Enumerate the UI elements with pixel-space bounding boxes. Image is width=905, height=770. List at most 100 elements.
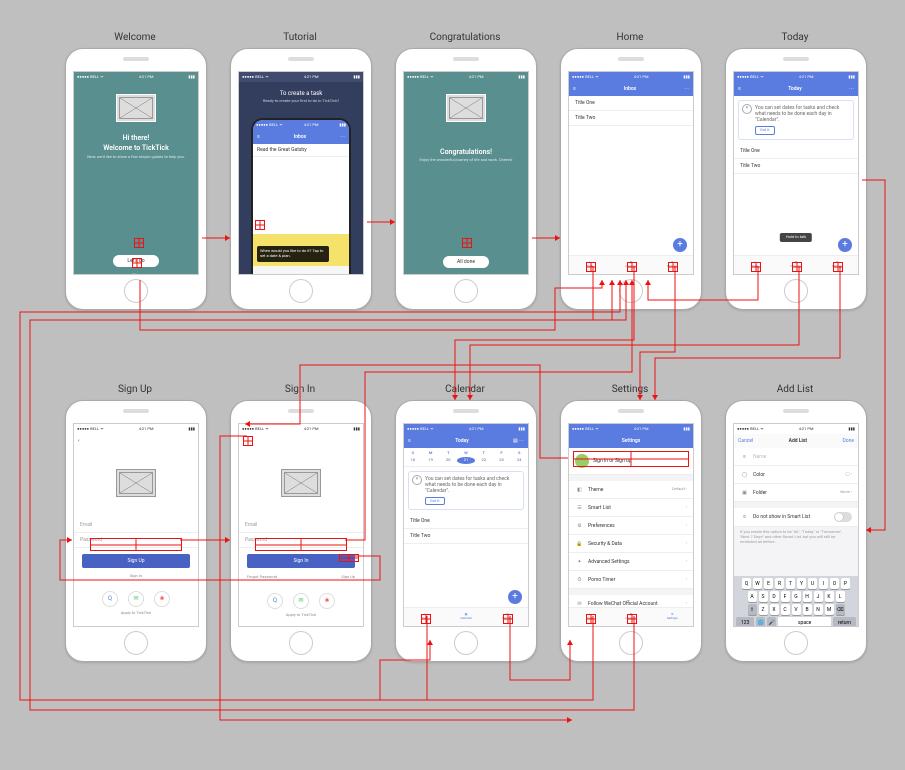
key-return[interactable]: return bbox=[833, 617, 856, 627]
key-123[interactable]: 123 bbox=[736, 617, 754, 627]
key[interactable]: T bbox=[786, 578, 795, 589]
to-signin-link[interactable]: Sign In bbox=[74, 574, 198, 579]
key[interactable]: O bbox=[830, 578, 839, 589]
key[interactable]: V bbox=[792, 604, 801, 615]
wechat-icon[interactable]: ✉ bbox=[128, 591, 144, 607]
key[interactable]: F bbox=[781, 591, 790, 602]
apply-link[interactable]: Apply to TickTick bbox=[74, 611, 198, 616]
weibo-icon[interactable]: ❀ bbox=[154, 591, 170, 607]
hotspot[interactable] bbox=[627, 262, 637, 272]
key[interactable]: G bbox=[792, 591, 801, 602]
got-it-button[interactable]: Got it bbox=[425, 497, 445, 506]
email-field[interactable]: Email bbox=[74, 518, 198, 533]
key[interactable]: M bbox=[825, 604, 834, 615]
keyboard[interactable]: QWERTYUIOP ASDFGHJKL ⇧ZXCVBNM⌫ 123 🌐 🎤 s… bbox=[734, 576, 858, 627]
hotspot[interactable] bbox=[792, 262, 802, 272]
apply-link[interactable]: Apply to TickTick bbox=[239, 613, 363, 618]
list-item[interactable]: Title One bbox=[734, 144, 858, 159]
hotspot[interactable] bbox=[503, 614, 513, 624]
key[interactable]: Y bbox=[797, 578, 806, 589]
forgot-link[interactable]: Forgot Password bbox=[247, 575, 277, 580]
hotspot[interactable] bbox=[255, 538, 347, 551]
key[interactable]: S bbox=[759, 591, 768, 602]
key[interactable]: B bbox=[803, 604, 812, 615]
hotspot[interactable] bbox=[627, 614, 637, 624]
hotspot[interactable] bbox=[586, 614, 596, 624]
key[interactable]: U bbox=[808, 578, 817, 589]
close-icon[interactable]: × bbox=[742, 104, 752, 114]
qq-icon[interactable]: Q bbox=[267, 593, 283, 609]
hotspot[interactable] bbox=[586, 262, 596, 272]
more-icon[interactable]: ⋯ bbox=[519, 438, 524, 444]
key[interactable]: H bbox=[803, 591, 812, 602]
hotspot[interactable] bbox=[573, 451, 689, 467]
tab-settings[interactable]: ⚙Settings bbox=[652, 608, 693, 626]
key-globe[interactable]: 🌐 bbox=[756, 617, 765, 627]
addlist-hide-toggle[interactable]: ⦸Do not show in Smart List bbox=[734, 508, 858, 527]
cancel-button[interactable]: Cancel bbox=[738, 438, 753, 444]
key[interactable]: L bbox=[836, 591, 845, 602]
add-task-fab[interactable]: + bbox=[508, 590, 522, 604]
settings-smartlist[interactable]: ☰Smart List› bbox=[569, 499, 693, 517]
key[interactable]: A bbox=[748, 591, 757, 602]
key[interactable]: W bbox=[753, 578, 762, 589]
addlist-folder[interactable]: ▣FolderNone › bbox=[734, 484, 858, 502]
hotspot[interactable] bbox=[134, 238, 144, 248]
hotspot[interactable] bbox=[132, 258, 142, 268]
addlist-name[interactable]: ≡Name bbox=[734, 448, 858, 466]
key[interactable]: E bbox=[764, 578, 773, 589]
hotspot[interactable] bbox=[833, 262, 843, 272]
settings-security[interactable]: 🔒Security & Data› bbox=[569, 535, 693, 553]
key[interactable]: Q bbox=[742, 578, 751, 589]
key[interactable]: R bbox=[775, 578, 784, 589]
wechat-icon[interactable]: ✉ bbox=[293, 593, 309, 609]
congrats-done-button[interactable]: All done bbox=[443, 256, 489, 268]
back-icon[interactable]: ‹ bbox=[78, 438, 80, 444]
list-item[interactable]: Title One bbox=[404, 514, 528, 529]
list-view-icon[interactable]: ▤ bbox=[513, 438, 518, 444]
settings-pomo[interactable]: ⏱Pomo Timer› bbox=[569, 571, 693, 589]
key[interactable]: K bbox=[825, 591, 834, 602]
done-button[interactable]: Done bbox=[842, 438, 854, 444]
list-item[interactable]: Title Two bbox=[734, 159, 858, 174]
key[interactable]: N bbox=[814, 604, 823, 615]
settings-theme[interactable]: ◧ThemeDefault › bbox=[569, 481, 693, 499]
email-field[interactable]: Email bbox=[239, 518, 363, 533]
hotspot[interactable] bbox=[462, 238, 472, 248]
weibo-icon[interactable]: ❀ bbox=[319, 593, 335, 609]
key[interactable]: I bbox=[819, 578, 828, 589]
close-icon[interactable]: × bbox=[412, 475, 422, 485]
key[interactable]: X bbox=[770, 604, 779, 615]
addlist-color[interactable]: ◯Color◯ › bbox=[734, 466, 858, 484]
got-it-button[interactable]: Got it bbox=[755, 126, 775, 135]
hotspot[interactable] bbox=[243, 436, 253, 446]
tab-calendar[interactable]: ▦Calendar bbox=[445, 608, 486, 626]
list-item[interactable]: Title Two bbox=[404, 529, 528, 544]
signup-button[interactable]: Sign Up bbox=[82, 554, 190, 568]
list-item[interactable]: Title One bbox=[569, 96, 693, 111]
key[interactable]: D bbox=[770, 591, 779, 602]
key-mic[interactable]: 🎤 bbox=[767, 617, 776, 627]
key[interactable]: P bbox=[841, 578, 850, 589]
hotspot[interactable] bbox=[751, 262, 761, 272]
key[interactable]: J bbox=[814, 591, 823, 602]
hotspot[interactable] bbox=[339, 554, 359, 562]
hotspot[interactable] bbox=[668, 262, 678, 272]
add-task-fab[interactable]: + bbox=[838, 238, 852, 252]
to-signup-link[interactable]: Sign Up bbox=[341, 575, 355, 580]
hotspot[interactable] bbox=[421, 614, 431, 624]
qq-icon[interactable]: Q bbox=[102, 591, 118, 607]
more-icon[interactable]: ⋯ bbox=[684, 86, 689, 92]
list-item[interactable]: Title Two bbox=[569, 111, 693, 126]
add-task-fab[interactable]: + bbox=[673, 238, 687, 252]
hotspot[interactable] bbox=[255, 220, 265, 230]
more-icon[interactable]: ⋯ bbox=[849, 86, 854, 92]
key[interactable]: C bbox=[781, 604, 790, 615]
settings-prefs[interactable]: ⚙Preferences› bbox=[569, 517, 693, 535]
settings-advanced[interactable]: ✦Advanced Settings› bbox=[569, 553, 693, 571]
key-space[interactable]: space bbox=[778, 617, 830, 627]
hotspot[interactable] bbox=[90, 538, 182, 551]
toggle[interactable] bbox=[834, 512, 852, 522]
key[interactable]: Z bbox=[759, 604, 768, 615]
welcome-skip-link[interactable]: Skip bbox=[132, 273, 140, 275]
